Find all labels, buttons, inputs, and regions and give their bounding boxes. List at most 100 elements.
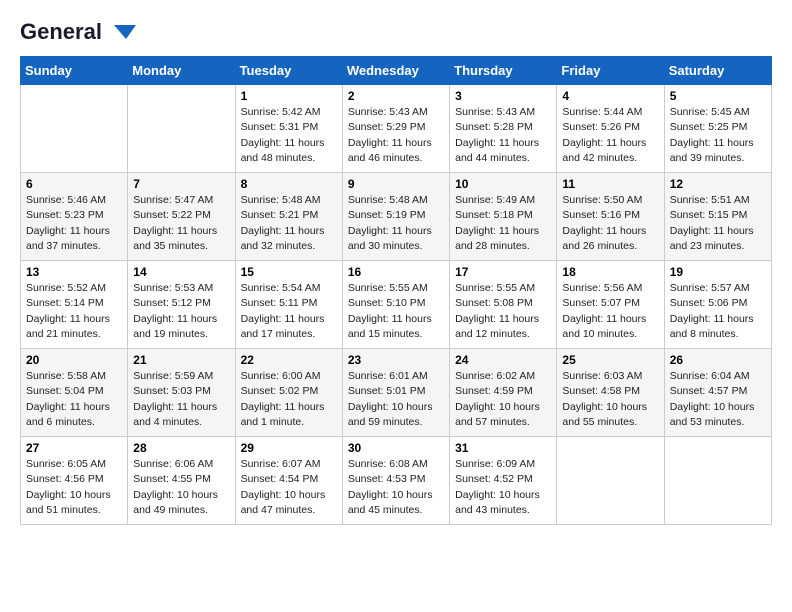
calendar-table: SundayMondayTuesdayWednesdayThursdayFrid… (20, 56, 772, 525)
calendar-cell: 11 Sunrise: 5:50 AMSunset: 5:16 PMDayligh… (557, 173, 664, 261)
day-number: 29 (241, 441, 337, 455)
day-info: Sunrise: 5:53 AMSunset: 5:12 PMDaylight:… (133, 281, 229, 342)
calendar-week-row: 6 Sunrise: 5:46 AMSunset: 5:23 PMDaylight… (21, 173, 772, 261)
day-number: 16 (348, 265, 444, 279)
day-info: Sunrise: 6:00 AMSunset: 5:02 PMDaylight:… (241, 369, 337, 430)
day-number: 3 (455, 89, 551, 103)
day-number: 4 (562, 89, 658, 103)
day-number: 13 (26, 265, 122, 279)
day-info: Sunrise: 5:46 AMSunset: 5:23 PMDaylight:… (26, 193, 122, 254)
calendar-cell: 10Sunrise: 5:49 AMSunset: 5:18 PMDayligh… (450, 173, 557, 261)
day-info: Sunrise: 5:52 AMSunset: 5:14 PMDaylight:… (26, 281, 122, 342)
calendar-cell: 2Sunrise: 5:43 AMSunset: 5:29 PMDaylight… (342, 85, 449, 173)
weekday-header-friday: Friday (557, 57, 664, 85)
day-info: Sunrise: 6:06 AMSunset: 4:55 PMDaylight:… (133, 457, 229, 518)
calendar-cell: 1Sunrise: 5:42 AMSunset: 5:31 PMDaylight… (235, 85, 342, 173)
day-number: 26 (670, 353, 766, 367)
day-number: 23 (348, 353, 444, 367)
day-number: 31 (455, 441, 551, 455)
day-info: Sunrise: 6:01 AMSunset: 5:01 PMDaylight:… (348, 369, 444, 430)
logo-arrow-icon (104, 23, 136, 41)
day-info: Sunrise: 6:02 AMSunset: 4:59 PMDaylight:… (455, 369, 551, 430)
weekday-header-wednesday: Wednesday (342, 57, 449, 85)
calendar-cell: 5 Sunrise: 5:45 AMSunset: 5:25 PMDaylight… (664, 85, 771, 173)
day-number: 30 (348, 441, 444, 455)
calendar-cell: 17Sunrise: 5:55 AMSunset: 5:08 PMDayligh… (450, 261, 557, 349)
calendar-cell: 14 Sunrise: 5:53 AMSunset: 5:12 PMDayligh… (128, 261, 235, 349)
day-info: Sunrise: 5:55 AMSunset: 5:10 PMDaylight:… (348, 281, 444, 342)
day-info: Sunrise: 5:43 AMSunset: 5:28 PMDaylight:… (455, 105, 551, 166)
day-info: Sunrise: 5:51 AMSunset: 5:15 PMDaylight:… (670, 193, 766, 254)
day-number: 5 (670, 89, 766, 103)
calendar-cell: 18 Sunrise: 5:56 AMSunset: 5:07 PMDayligh… (557, 261, 664, 349)
calendar-cell: 25Sunrise: 6:03 AMSunset: 4:58 PMDayligh… (557, 349, 664, 437)
weekday-header-sunday: Sunday (21, 57, 128, 85)
weekday-header-thursday: Thursday (450, 57, 557, 85)
day-info: Sunrise: 5:43 AMSunset: 5:29 PMDaylight:… (348, 105, 444, 166)
calendar-cell: 13 Sunrise: 5:52 AMSunset: 5:14 PMDayligh… (21, 261, 128, 349)
calendar-cell: 6 Sunrise: 5:46 AMSunset: 5:23 PMDaylight… (21, 173, 128, 261)
calendar-week-row: 13 Sunrise: 5:52 AMSunset: 5:14 PMDayligh… (21, 261, 772, 349)
calendar-cell: 30 Sunrise: 6:08 AMSunset: 4:53 PMDayligh… (342, 437, 449, 525)
calendar-week-row: 27 Sunrise: 6:05 AMSunset: 4:56 PMDayligh… (21, 437, 772, 525)
day-info: Sunrise: 5:48 AMSunset: 5:21 PMDaylight:… (241, 193, 337, 254)
day-info: Sunrise: 5:56 AMSunset: 5:07 PMDaylight:… (562, 281, 658, 342)
day-number: 28 (133, 441, 229, 455)
day-info: Sunrise: 5:47 AMSunset: 5:22 PMDaylight:… (133, 193, 229, 254)
calendar-cell: 23 Sunrise: 6:01 AMSunset: 5:01 PMDayligh… (342, 349, 449, 437)
day-number: 12 (670, 177, 766, 191)
day-info: Sunrise: 5:57 AMSunset: 5:06 PMDaylight:… (670, 281, 766, 342)
calendar-cell: 24 Sunrise: 6:02 AMSunset: 4:59 PMDayligh… (450, 349, 557, 437)
day-info: Sunrise: 5:54 AMSunset: 5:11 PMDaylight:… (241, 281, 337, 342)
weekday-header-monday: Monday (128, 57, 235, 85)
calendar-week-row: 20 Sunrise: 5:58 AMSunset: 5:04 PMDayligh… (21, 349, 772, 437)
calendar-cell: 9 Sunrise: 5:48 AMSunset: 5:19 PMDaylight… (342, 173, 449, 261)
calendar-cell: 3 Sunrise: 5:43 AMSunset: 5:28 PMDaylight… (450, 85, 557, 173)
day-number: 18 (562, 265, 658, 279)
calendar-cell: 7 Sunrise: 5:47 AMSunset: 5:22 PMDaylight… (128, 173, 235, 261)
day-info: Sunrise: 6:08 AMSunset: 4:53 PMDaylight:… (348, 457, 444, 518)
calendar-cell: 21 Sunrise: 5:59 AMSunset: 5:03 PMDayligh… (128, 349, 235, 437)
calendar-cell: 27 Sunrise: 6:05 AMSunset: 4:56 PMDayligh… (21, 437, 128, 525)
day-info: Sunrise: 6:04 AMSunset: 4:57 PMDaylight:… (670, 369, 766, 430)
day-number: 14 (133, 265, 229, 279)
calendar-cell: 19Sunrise: 5:57 AMSunset: 5:06 PMDayligh… (664, 261, 771, 349)
day-number: 24 (455, 353, 551, 367)
calendar-cell: 29 Sunrise: 6:07 AMSunset: 4:54 PMDayligh… (235, 437, 342, 525)
day-number: 21 (133, 353, 229, 367)
day-info: Sunrise: 5:55 AMSunset: 5:08 PMDaylight:… (455, 281, 551, 342)
day-number: 25 (562, 353, 658, 367)
weekday-header-saturday: Saturday (664, 57, 771, 85)
day-info: Sunrise: 5:45 AMSunset: 5:25 PMDaylight:… (670, 105, 766, 166)
day-number: 9 (348, 177, 444, 191)
day-number: 10 (455, 177, 551, 191)
day-number: 15 (241, 265, 337, 279)
day-number: 11 (562, 177, 658, 191)
day-info: Sunrise: 6:07 AMSunset: 4:54 PMDaylight:… (241, 457, 337, 518)
day-number: 8 (241, 177, 337, 191)
calendar-cell: 20 Sunrise: 5:58 AMSunset: 5:04 PMDayligh… (21, 349, 128, 437)
day-number: 22 (241, 353, 337, 367)
day-number: 20 (26, 353, 122, 367)
calendar-cell (664, 437, 771, 525)
weekday-header-row: SundayMondayTuesdayWednesdayThursdayFrid… (21, 57, 772, 85)
calendar-cell (557, 437, 664, 525)
calendar-cell: 16 Sunrise: 5:55 AMSunset: 5:10 PMDayligh… (342, 261, 449, 349)
day-info: Sunrise: 6:09 AMSunset: 4:52 PMDaylight:… (455, 457, 551, 518)
calendar-cell: 26 Sunrise: 6:04 AMSunset: 4:57 PMDayligh… (664, 349, 771, 437)
day-number: 6 (26, 177, 122, 191)
day-info: Sunrise: 5:44 AMSunset: 5:26 PMDaylight:… (562, 105, 658, 166)
day-info: Sunrise: 5:48 AMSunset: 5:19 PMDaylight:… (348, 193, 444, 254)
day-info: Sunrise: 6:05 AMSunset: 4:56 PMDaylight:… (26, 457, 122, 518)
day-number: 27 (26, 441, 122, 455)
day-info: Sunrise: 5:50 AMSunset: 5:16 PMDaylight:… (562, 193, 658, 254)
weekday-header-tuesday: Tuesday (235, 57, 342, 85)
calendar-cell: 31 Sunrise: 6:09 AMSunset: 4:52 PMDayligh… (450, 437, 557, 525)
day-number: 7 (133, 177, 229, 191)
calendar-body: 1Sunrise: 5:42 AMSunset: 5:31 PMDaylight… (21, 85, 772, 525)
calendar-cell (128, 85, 235, 173)
page-header: General (20, 20, 772, 40)
day-info: Sunrise: 5:58 AMSunset: 5:04 PMDaylight:… (26, 369, 122, 430)
calendar-cell: 8 Sunrise: 5:48 AMSunset: 5:21 PMDaylight… (235, 173, 342, 261)
day-info: Sunrise: 5:59 AMSunset: 5:03 PMDaylight:… (133, 369, 229, 430)
